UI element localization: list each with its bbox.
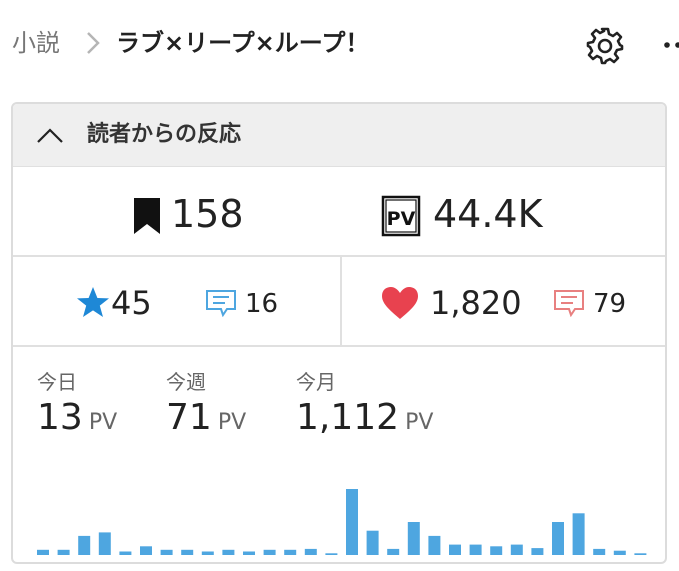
pv-bar: [449, 544, 461, 555]
panel-header[interactable]: 読者からの反応: [13, 104, 665, 166]
week-value-group: 71 PV: [166, 395, 246, 441]
work-title: ラブ×リープ×ループ！: [116, 29, 370, 57]
pv-bar: [140, 546, 152, 555]
pv-bar: [428, 535, 441, 555]
pv-bar: [469, 544, 482, 555]
today-label: 今日: [37, 370, 77, 394]
star-icon: [77, 287, 109, 317]
pv-bar: [201, 551, 214, 555]
today-value-group: 13 PV: [37, 395, 117, 441]
pv-bar: [572, 513, 585, 555]
heart-count: 1,820: [430, 284, 522, 322]
pv-bar: [407, 522, 420, 555]
month-value: 1,112: [296, 397, 400, 438]
today-unit: PV: [88, 410, 118, 435]
top-bar: 小説 ラブ×リープ×ループ！: [0, 0, 679, 88]
pv-bar: [325, 553, 338, 555]
pv-icon: PV: [381, 195, 421, 237]
pv-bar: [634, 553, 647, 555]
pv-bar: [284, 549, 297, 555]
chevron-up-icon[interactable]: [35, 122, 65, 148]
pv-bar: [243, 551, 255, 555]
pv-bar: [57, 549, 70, 555]
stat-month: 今月 1,112 PV: [296, 369, 433, 438]
month-unit: PV: [405, 410, 434, 435]
review-count: 16: [245, 289, 279, 319]
bookmark-count: 158: [171, 192, 244, 236]
pv-bar: [181, 549, 194, 555]
pv-bar: [552, 522, 564, 555]
heart-icon: [382, 287, 418, 319]
pv-bar: [490, 546, 503, 555]
pv-bar: [98, 532, 111, 555]
month-label: 今月: [296, 370, 336, 394]
reader-reactions-panel: 読者からの反応 158 PV 44.4K 45 16 1,820 79 今日 1…: [11, 102, 667, 564]
totals-row: 158 PV 44.4K: [13, 166, 665, 255]
stat-today: 今日 13 PV: [37, 369, 117, 438]
month-value-group: 1,112 PV: [296, 395, 433, 441]
pv-bar: [78, 535, 91, 555]
pv-bar: [160, 549, 173, 555]
pv-bar: [263, 549, 276, 555]
chevron-right-icon: [87, 32, 100, 54]
pv-stats: 今日 13 PV 今週 71 PV 今月 1,112 PV: [13, 345, 665, 562]
pv-bar: [37, 549, 49, 555]
bookmark-icon: [134, 198, 160, 234]
today-value: 13: [37, 397, 83, 438]
pv-count: 44.4K: [433, 192, 543, 236]
week-value: 71: [166, 397, 212, 438]
pv-bar: [346, 489, 358, 555]
pv-bar: [613, 550, 626, 555]
pv-bar: [531, 548, 544, 555]
stat-week: 今週 71 PV: [166, 369, 246, 438]
comment-icon: [554, 290, 584, 317]
more-icon[interactable]: [660, 30, 679, 60]
pv-bar: [304, 548, 317, 555]
svg-text:PV: PV: [387, 208, 416, 230]
pv-bar: [119, 551, 132, 555]
star-count: 45: [111, 284, 152, 322]
review-icon: [206, 290, 236, 317]
row-divider: [340, 257, 342, 347]
pv-bar: [510, 544, 523, 555]
week-label: 今週: [166, 370, 206, 394]
reactions-row: 45 16 1,820 79: [13, 255, 665, 347]
pv-bar: [387, 548, 400, 555]
week-unit: PV: [217, 410, 247, 435]
panel-title: 読者からの反応: [87, 122, 242, 147]
daily-pv-chart: [37, 489, 647, 555]
pv-bar: [222, 549, 235, 555]
breadcrumb-parent[interactable]: 小説: [12, 26, 60, 60]
pv-bar: [593, 548, 606, 555]
pv-bar: [366, 530, 379, 555]
gear-icon[interactable]: [583, 24, 627, 68]
comment-count: 79: [593, 289, 627, 319]
